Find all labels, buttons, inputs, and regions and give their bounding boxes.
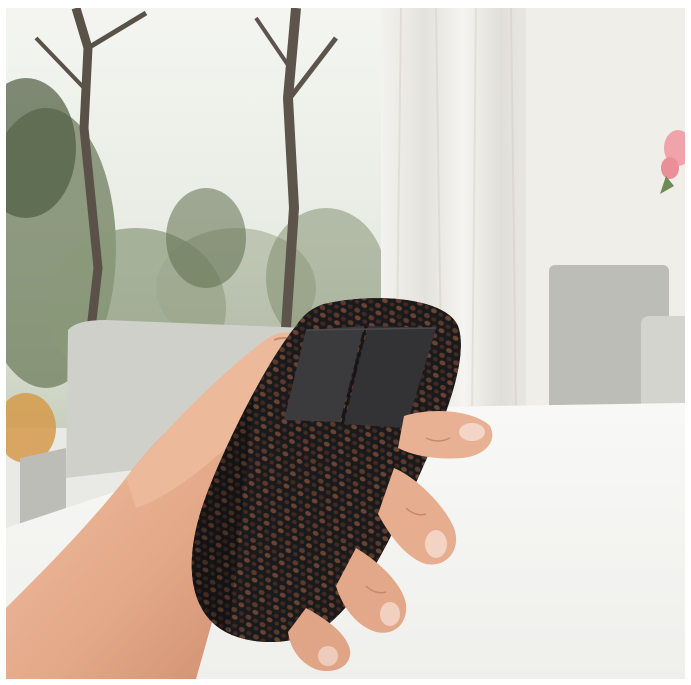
fingernail xyxy=(318,646,338,666)
fingernail xyxy=(380,602,400,626)
fingernail xyxy=(459,423,485,441)
product-photo xyxy=(6,8,685,679)
fingernail xyxy=(425,530,447,558)
photo-frame xyxy=(6,8,685,679)
chair-back-far-right xyxy=(641,316,685,416)
